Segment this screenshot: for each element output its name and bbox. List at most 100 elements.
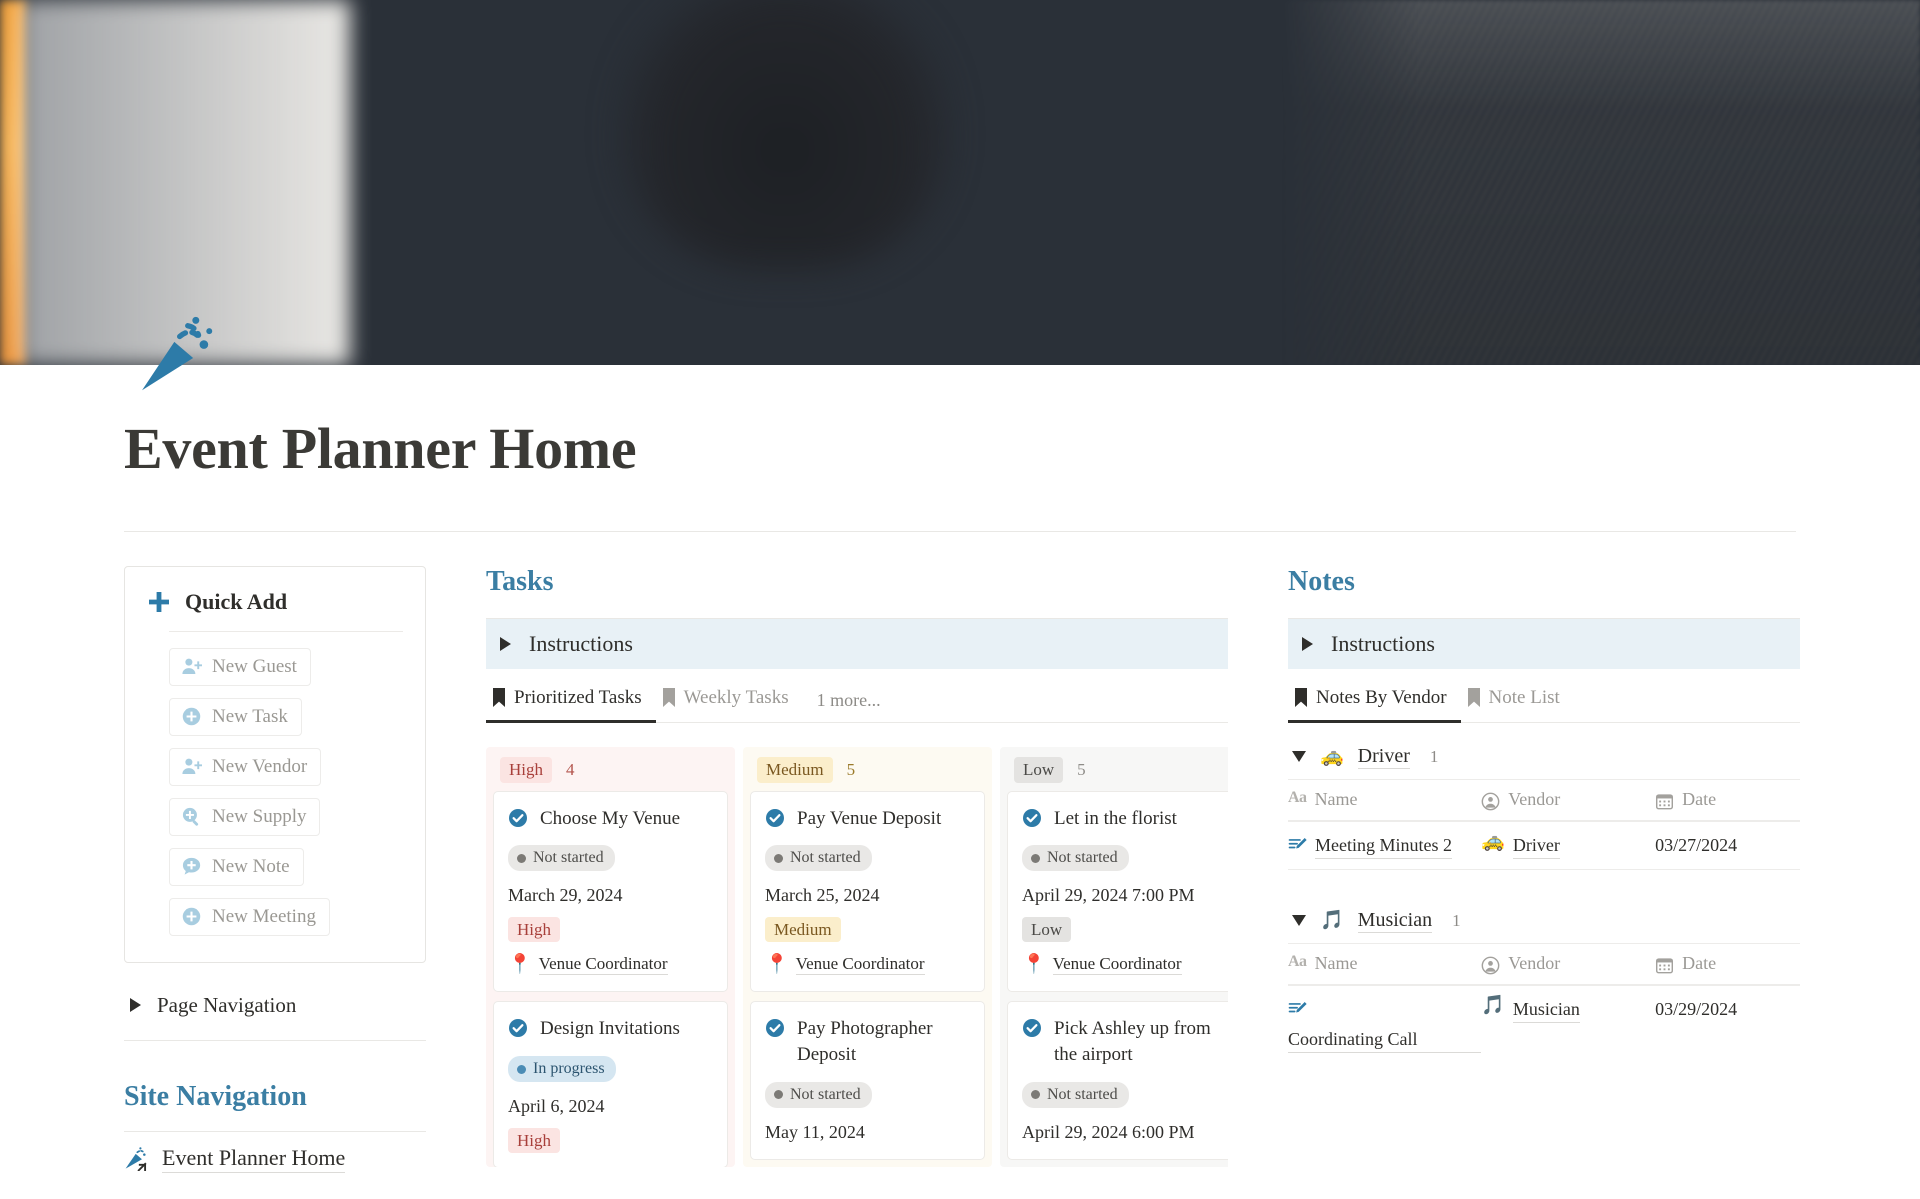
task-card[interactable]: Pick Ashley up from the airport Not star… (1007, 1001, 1228, 1160)
notes-group-musician: 🎵 Musician 1 Aa Name Vendor Date Coordin… (1288, 909, 1800, 1063)
tasks-instructions-label: Instructions (529, 630, 633, 656)
group-count: 5 (846, 759, 856, 779)
new-task-button[interactable]: New Task (169, 697, 302, 736)
tab-note-list[interactable]: Note List (1461, 675, 1574, 723)
column-header-label: Date (1682, 788, 1717, 809)
pin-icon: 📍 (765, 953, 789, 976)
calendar-icon (1656, 794, 1674, 810)
task-status-label: Not started (790, 849, 861, 867)
task-card[interactable]: Design Invitations In progress April 6, … (493, 1001, 728, 1167)
new-meeting-button[interactable]: New Meeting (169, 897, 330, 936)
check-circle-icon[interactable] (765, 1018, 785, 1038)
status-dot-icon (517, 1064, 526, 1074)
task-priority-pill: High (508, 1128, 560, 1154)
cell-date[interactable]: 03/29/2024 (1655, 996, 1800, 1053)
notes-table: Aa Name Vendor (1288, 778, 1800, 887)
cell-vendor[interactable]: 🎵 Musician (1481, 995, 1655, 1053)
task-card-title-row: Pay Photographer Deposit (765, 1016, 970, 1067)
page-navigation-toggle[interactable]: Page Navigation (124, 989, 426, 1022)
status-dot-icon (774, 1090, 783, 1100)
notes-group-name: Musician (1357, 908, 1433, 933)
board-column-low: Low 5 Let in the florist Not started Apr… (1000, 746, 1228, 1167)
hero-photo-hat-shape (620, 0, 950, 270)
task-priority-pill: Medium (765, 917, 841, 943)
check-circle-icon[interactable] (508, 808, 528, 828)
left-sidebar: Quick Add New Guest New Task New Vendor … (124, 565, 426, 1199)
triangle-down-icon (1292, 751, 1306, 763)
check-circle-icon[interactable] (765, 808, 785, 828)
notes-instructions-toggle[interactable]: Instructions (1288, 618, 1800, 669)
task-card[interactable]: Choose My Venue Not started March 29, 20… (493, 790, 728, 993)
check-circle-icon[interactable] (1022, 1018, 1042, 1038)
column-header-date[interactable]: Date (1655, 789, 1800, 811)
music-note-icon: 🎵 (1320, 909, 1344, 932)
notes-group-driver: 🚕 Driver 1 Aa Name Vendor Date Meeting M… (1288, 745, 1800, 887)
board-column-header: Low 5 (1000, 747, 1228, 791)
task-vendor[interactable]: 📍 Venue Coordinator (508, 954, 713, 976)
new-vendor-button[interactable]: New Vendor (169, 747, 322, 786)
task-title: Let in the florist (1054, 807, 1177, 829)
status-dot-icon (1031, 1090, 1040, 1100)
board-column-header: Medium 5 (743, 747, 992, 791)
task-card-title-row: Pick Ashley up from the airport (1022, 1016, 1227, 1067)
circle-plus-icon (182, 908, 201, 926)
task-status-badge: Not started (765, 1081, 872, 1108)
column-header-name[interactable]: Aa Name (1288, 953, 1481, 975)
notes-group-name: Driver (1357, 744, 1410, 769)
tab-prioritized-tasks[interactable]: Prioritized Tasks (486, 675, 656, 723)
sidebar-item-event-planner-home[interactable]: Event Planner Home (124, 1132, 426, 1186)
task-status-label: Not started (1047, 849, 1118, 867)
column-header-vendor[interactable]: Vendor (1481, 953, 1655, 975)
person-add-icon (182, 758, 202, 775)
new-vendor-label: New Vendor (212, 755, 308, 777)
cell-name[interactable]: Meeting Minutes 2 (1288, 832, 1481, 859)
column-header-name[interactable]: Aa Name (1288, 789, 1481, 811)
task-card-title-row: Choose My Venue (508, 806, 713, 832)
tasks-more-tabs-button[interactable]: 1 more... (803, 678, 891, 722)
three-column-layout: Quick Add New Guest New Task New Vendor … (124, 565, 1800, 1199)
column-header-vendor[interactable]: Vendor (1481, 789, 1655, 811)
task-vendor[interactable]: 📍 Venue Coordinator (765, 953, 970, 976)
status-dot-icon (1031, 853, 1040, 863)
party-popper-icon[interactable] (134, 315, 220, 401)
column-header-date[interactable]: Date (1655, 953, 1800, 975)
cell-vendor[interactable]: 🚕 Driver (1481, 831, 1655, 859)
column-header-label: Vendor (1508, 952, 1561, 973)
new-supply-button[interactable]: New Supply (169, 797, 321, 836)
task-date: March 29, 2024 (508, 885, 623, 906)
new-note-button[interactable]: New Note (169, 847, 304, 886)
title-divider (124, 530, 1796, 532)
bookmark-icon (493, 688, 505, 708)
notes-tabbar: Notes By Vendor Note List (1288, 675, 1800, 723)
check-circle-icon[interactable] (1022, 808, 1042, 828)
task-date: April 6, 2024 (508, 1096, 605, 1117)
group-count: 4 (566, 759, 575, 779)
text-aa-icon: Aa (1288, 788, 1307, 806)
check-circle-icon[interactable] (508, 1018, 528, 1038)
page-title: Event Planner Home (124, 416, 637, 481)
column-header-label: Name (1314, 788, 1358, 809)
task-vendor[interactable]: 📍 Venue Coordinator (1022, 954, 1227, 976)
table-row[interactable]: Meeting Minutes 2 🚕 Driver 03/27/2024 (1288, 820, 1800, 869)
table-row[interactable]: Coordinating Call 🎵 Musician 03/29/2024 (1288, 984, 1800, 1063)
task-card[interactable]: Pay Photographer Deposit Not started May… (750, 1001, 985, 1160)
search-plus-icon (182, 808, 199, 826)
task-card[interactable]: Let in the florist Not started April 29,… (1007, 790, 1228, 993)
site-navigation-title: Site Navigation (124, 1080, 307, 1112)
tab-notes-by-vendor[interactable]: Notes By Vendor (1288, 675, 1461, 723)
cell-name[interactable]: Coordinating Call (1288, 996, 1482, 1053)
task-title: Pick Ashley up from the airport (1054, 1018, 1211, 1066)
note-edit-icon (1288, 1001, 1307, 1013)
task-priority-pill: Low (1022, 917, 1072, 943)
task-card-title-row: Let in the florist (1022, 806, 1227, 832)
notes-group-header[interactable]: 🎵 Musician 1 (1288, 909, 1800, 933)
task-status-badge: Not started (1022, 845, 1129, 872)
notes-group-header[interactable]: 🚕 Driver 1 (1288, 745, 1800, 769)
tasks-instructions-toggle[interactable]: Instructions (486, 618, 1228, 669)
task-card[interactable]: Pay Venue Deposit Not started March 25, … (750, 790, 985, 993)
cell-date[interactable]: 03/27/2024 (1655, 832, 1800, 859)
tab-weekly-tasks[interactable]: Weekly Tasks (656, 675, 803, 723)
task-priority-pill: High (508, 917, 560, 943)
board-column-header: High 4 (486, 747, 735, 791)
new-guest-button[interactable]: New Guest (169, 647, 311, 686)
